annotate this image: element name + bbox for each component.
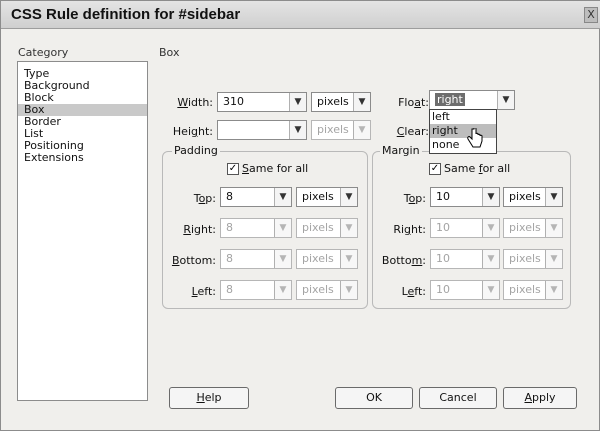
margin-left-label: Left: [401, 285, 426, 298]
margin-left-input[interactable]: 10 ▼ [430, 280, 500, 300]
float-dropdown-list[interactable]: left right none [429, 109, 497, 154]
margin-top-input[interactable]: 10 ▼ [430, 187, 500, 207]
chevron-down-icon[interactable]: ▼ [545, 188, 562, 206]
chevron-down-icon[interactable]: ▼ [482, 188, 499, 206]
padding-same-label: Same for all [242, 162, 309, 175]
height-label: Height: [172, 125, 213, 138]
chevron-down-icon[interactable]: ▼ [274, 188, 291, 206]
help-button[interactable]: Help [169, 387, 249, 409]
width-label: Width: [177, 96, 213, 109]
chevron-down-icon[interactable]: ▼ [289, 93, 306, 111]
padding-top-input[interactable]: 8 ▼ [220, 187, 292, 207]
clear-label: Clear: [396, 125, 429, 138]
section-header: Box [159, 46, 180, 59]
padding-left-unit-select[interactable]: pixels ▼ [296, 280, 358, 300]
margin-same-checkbox[interactable]: ✓ [429, 163, 441, 175]
apply-button[interactable]: Apply [503, 387, 577, 409]
ok-button[interactable]: OK [335, 387, 413, 409]
chevron-down-icon[interactable]: ▼ [545, 281, 562, 299]
category-list[interactable]: Type Background Block Box Border List Po… [17, 61, 148, 401]
padding-top-unit-select[interactable]: pixels ▼ [296, 187, 358, 207]
margin-right-unit-select[interactable]: pixels ▼ [503, 218, 563, 238]
chevron-down-icon[interactable]: ▼ [482, 281, 499, 299]
padding-right-input[interactable]: 8 ▼ [220, 218, 292, 238]
float-select[interactable]: right ▼ [429, 90, 515, 110]
margin-top-unit-select[interactable]: pixels ▼ [503, 187, 563, 207]
chevron-down-icon[interactable]: ▼ [353, 93, 370, 111]
chevron-down-icon[interactable]: ▼ [274, 219, 291, 237]
float-option-none[interactable]: none [430, 138, 496, 152]
chevron-down-icon[interactable]: ▼ [289, 121, 306, 139]
padding-left-label: Left: [191, 285, 216, 298]
padding-bottom-unit-select[interactable]: pixels ▼ [296, 249, 358, 269]
height-unit-select[interactable]: pixels ▼ [311, 120, 371, 140]
category-header: Category [18, 46, 69, 59]
padding-bottom-label: Bottom: [171, 254, 216, 267]
chevron-down-icon[interactable]: ▼ [482, 219, 499, 237]
category-item-extensions[interactable]: Extensions [18, 152, 147, 164]
dialog-title: CSS Rule definition for #sidebar [11, 6, 241, 23]
padding-same-checkbox[interactable]: ✓ [227, 163, 239, 175]
margin-bottom-unit-select[interactable]: pixels ▼ [503, 249, 563, 269]
chevron-down-icon[interactable]: ▼ [545, 219, 562, 237]
width-input[interactable]: 310 ▼ [217, 92, 307, 112]
padding-right-label: Right: [183, 223, 216, 236]
margin-bottom-label: Bottom: [381, 254, 426, 267]
margin-legend: Margin [380, 144, 422, 157]
padding-bottom-input[interactable]: 8 ▼ [220, 249, 292, 269]
margin-right-label: Right: [393, 223, 426, 236]
padding-right-unit-select[interactable]: pixels ▼ [296, 218, 358, 238]
margin-bottom-input[interactable]: 10 ▼ [430, 249, 500, 269]
float-option-right[interactable]: right [430, 124, 496, 138]
margin-right-input[interactable]: 10 ▼ [430, 218, 500, 238]
height-input[interactable]: ▼ [217, 120, 307, 140]
chevron-down-icon[interactable]: ▼ [497, 91, 514, 109]
title-bar[interactable]: CSS Rule definition for #sidebar X [1, 1, 600, 29]
chevron-down-icon[interactable]: ▼ [353, 121, 370, 139]
float-label: Float: [398, 96, 429, 109]
close-button[interactable]: X [584, 7, 598, 23]
chevron-down-icon[interactable]: ▼ [340, 188, 357, 206]
chevron-down-icon[interactable]: ▼ [340, 219, 357, 237]
chevron-down-icon[interactable]: ▼ [482, 250, 499, 268]
hand-cursor-icon [467, 128, 483, 148]
padding-legend: Padding [172, 144, 220, 157]
margin-left-unit-select[interactable]: pixels ▼ [503, 280, 563, 300]
chevron-down-icon[interactable]: ▼ [545, 250, 562, 268]
css-rule-dialog: CSS Rule definition for #sidebar X Categ… [0, 0, 600, 431]
margin-top-label: Top: [403, 192, 426, 205]
margin-same-label: Same for all [444, 162, 511, 175]
chevron-down-icon[interactable]: ▼ [340, 281, 357, 299]
padding-top-label: Top: [193, 192, 216, 205]
float-option-left[interactable]: left [430, 110, 496, 124]
chevron-down-icon[interactable]: ▼ [340, 250, 357, 268]
chevron-down-icon[interactable]: ▼ [274, 281, 291, 299]
chevron-down-icon[interactable]: ▼ [274, 250, 291, 268]
cancel-button[interactable]: Cancel [419, 387, 497, 409]
padding-left-input[interactable]: 8 ▼ [220, 280, 292, 300]
width-unit-select[interactable]: pixels ▼ [311, 92, 371, 112]
